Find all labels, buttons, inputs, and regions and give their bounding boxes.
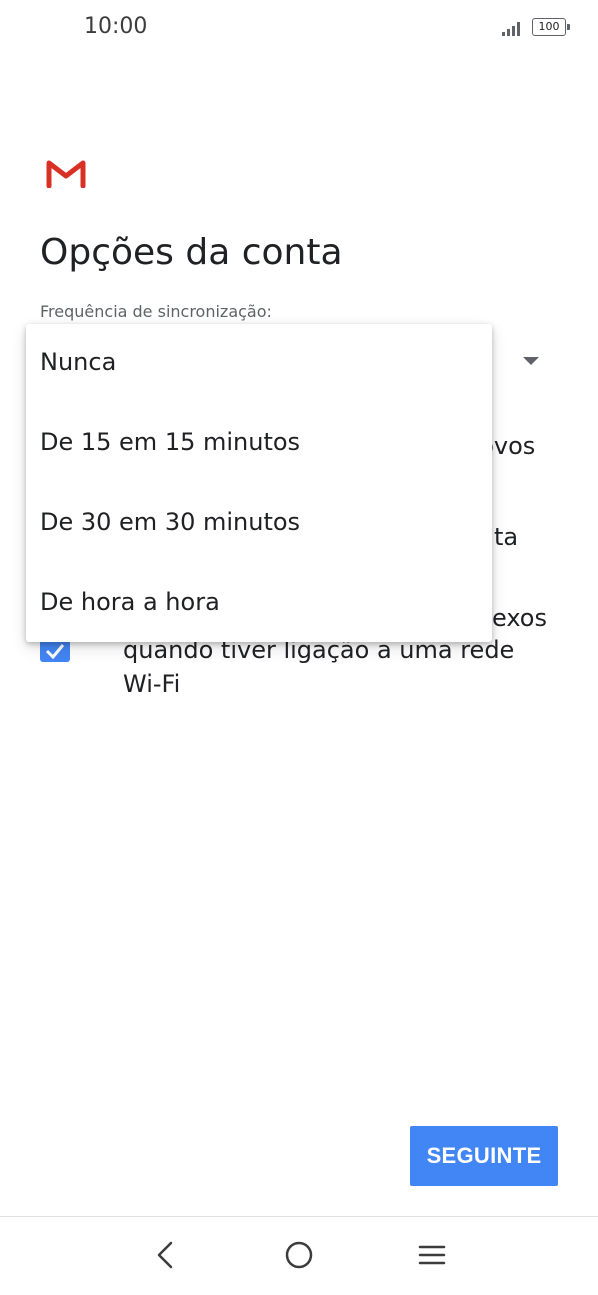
status-time: 10:00 xyxy=(84,14,148,39)
navigation-bar xyxy=(0,1217,598,1295)
back-chevron-icon[interactable] xyxy=(145,1235,185,1275)
dropdown-option-never[interactable]: Nunca xyxy=(26,324,492,404)
page-title: Opções da conta xyxy=(40,232,343,273)
home-circle-icon[interactable] xyxy=(279,1235,319,1275)
option-sync-account-text: ta xyxy=(494,523,519,551)
dropdown-option-30min[interactable]: De 30 em 30 minutos xyxy=(26,484,492,564)
option-attachments-text: exos xyxy=(492,604,547,632)
menu-lines-icon[interactable] xyxy=(412,1235,452,1275)
check-icon xyxy=(45,644,65,659)
dropdown-option-label: Nunca xyxy=(40,348,117,376)
dropdown-option-label: De hora a hora xyxy=(40,588,220,616)
dropdown-option-label: De 15 em 15 minutos xyxy=(40,428,301,456)
dropdown-arrow-icon[interactable] xyxy=(523,357,539,365)
battery-level: 100 xyxy=(538,20,560,33)
battery-icon: 100 xyxy=(532,18,570,36)
option-attachments-line3: Wi-Fi xyxy=(123,670,181,698)
sync-frequency-dropdown: Nunca De 15 em 15 minutos De 30 em 30 mi… xyxy=(26,324,492,642)
dropdown-option-label: De 30 em 30 minutos xyxy=(40,508,301,536)
signal-icon xyxy=(502,22,522,36)
sync-frequency-label: Frequência de sincronização: xyxy=(40,302,272,321)
status-bar: 10:00 100 xyxy=(0,0,598,56)
gmail-logo-icon xyxy=(46,158,86,189)
dropdown-option-15min[interactable]: De 15 em 15 minutos xyxy=(26,404,492,484)
next-button[interactable]: SEGUINTE xyxy=(410,1126,558,1186)
dropdown-option-hourly[interactable]: De hora a hora xyxy=(26,564,492,644)
